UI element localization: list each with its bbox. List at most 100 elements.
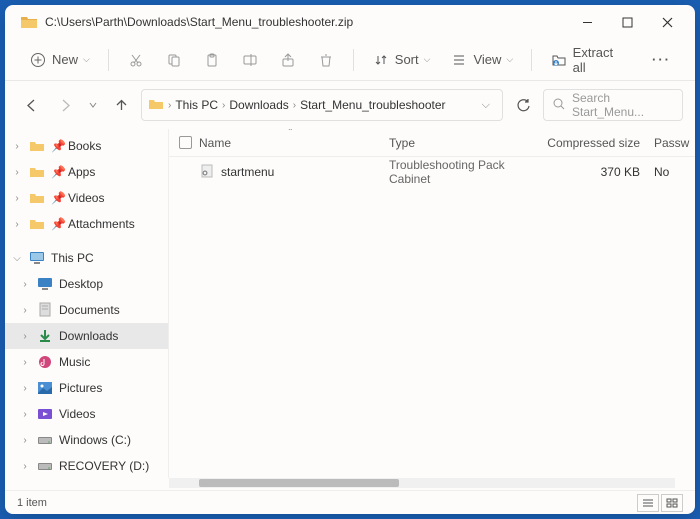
view-button[interactable]: View ⌵: [442, 45, 521, 75]
chevron-right-icon: ›: [293, 100, 296, 111]
refresh-button[interactable]: [509, 91, 537, 119]
breadcrumb[interactable]: › This PC › Downloads › Start_Menu_troub…: [141, 89, 503, 121]
horizontal-scrollbar[interactable]: [169, 478, 675, 488]
breadcrumb-segment[interactable]: Downloads: [229, 98, 288, 112]
sidebar-item[interactable]: ›📌Apps: [5, 159, 168, 185]
extract-all-button[interactable]: Extract all: [542, 39, 636, 81]
navigation-pane[interactable]: ›📌Books›📌Apps›📌Videos›📌Attachments ⌵ Thi…: [5, 129, 169, 478]
paste-button[interactable]: [195, 45, 229, 75]
chevron-right-icon[interactable]: ›: [19, 357, 31, 368]
minimize-button[interactable]: [567, 7, 607, 37]
sort-icon: [372, 51, 390, 69]
sidebar-item[interactable]: ›RECOVERY (D:): [5, 453, 168, 478]
chevron-down-icon[interactable]: ⌵: [476, 99, 496, 112]
separator: [531, 49, 532, 71]
downloads-icon: [36, 328, 54, 344]
sidebar-item[interactable]: › Pictures: [5, 375, 168, 401]
drive-icon: [36, 458, 54, 474]
chevron-right-icon[interactable]: ›: [19, 305, 31, 316]
folder-icon: [148, 97, 164, 114]
file-icon: [199, 163, 215, 182]
sidebar-item[interactable]: ›📌Videos: [5, 185, 168, 211]
copy-button[interactable]: [157, 45, 191, 75]
column-password[interactable]: Passw: [654, 136, 694, 150]
sidebar-item-this-pc[interactable]: ⌵ This PC: [5, 245, 168, 271]
column-size[interactable]: Compressed size: [544, 136, 654, 150]
documents-icon: [36, 302, 54, 318]
sort-button[interactable]: Sort ⌵: [364, 45, 439, 75]
folder-icon: [28, 190, 46, 206]
sidebar-item-label: Books: [68, 139, 101, 153]
cut-icon: [127, 51, 145, 69]
more-button[interactable]: ···: [644, 46, 679, 73]
rename-button[interactable]: [233, 45, 267, 75]
chevron-right-icon[interactable]: ›: [11, 141, 23, 152]
folder-icon: [21, 15, 37, 29]
rename-icon: [241, 51, 259, 69]
sidebar-item[interactable]: ›Desktop: [5, 271, 168, 297]
sidebar-item[interactable]: ›Music: [5, 349, 168, 375]
search-input[interactable]: Search Start_Menu...: [543, 89, 683, 121]
sort-indicator-icon: ⌃: [287, 129, 294, 136]
videos-icon: [36, 406, 54, 422]
share-button[interactable]: [271, 45, 305, 75]
chevron-right-icon[interactable]: ›: [11, 193, 23, 204]
recent-button[interactable]: [85, 91, 101, 119]
close-button[interactable]: [647, 7, 687, 37]
chevron-right-icon[interactable]: ›: [11, 219, 23, 230]
file-row[interactable]: startmenuTroubleshooting Pack Cabinet370…: [169, 157, 695, 187]
sidebar-item-label: Documents: [59, 303, 120, 317]
extract-icon: [550, 51, 567, 69]
status-bar: 1 item: [5, 490, 695, 514]
separator: [108, 49, 109, 71]
column-headers[interactable]: Name Type Compressed size Passw: [169, 129, 695, 157]
cut-button[interactable]: [119, 45, 153, 75]
chevron-right-icon[interactable]: ›: [19, 409, 31, 420]
chevron-right-icon[interactable]: ›: [19, 435, 31, 446]
chevron-right-icon[interactable]: ›: [19, 461, 31, 472]
chevron-right-icon[interactable]: ›: [19, 279, 31, 290]
chevron-right-icon[interactable]: ›: [19, 383, 31, 394]
chevron-right-icon[interactable]: ›: [19, 331, 31, 342]
maximize-button[interactable]: [607, 7, 647, 37]
delete-button[interactable]: [309, 45, 343, 75]
chevron-down-icon: ⌵: [506, 54, 513, 65]
chevron-right-icon[interactable]: ›: [11, 167, 23, 178]
plus-circle-icon: [29, 51, 47, 69]
details-view-button[interactable]: [637, 494, 659, 512]
back-button[interactable]: [17, 91, 45, 119]
thumbnails-view-button[interactable]: [661, 494, 683, 512]
copy-icon: [165, 51, 183, 69]
sidebar-item[interactable]: ›Videos: [5, 401, 168, 427]
sidebar-item[interactable]: ›Windows (C:): [5, 427, 168, 453]
drive-icon: [36, 432, 54, 448]
sidebar-item-label: Apps: [68, 165, 95, 179]
sidebar-item-label: Pictures: [59, 381, 102, 395]
command-bar: New ⌵ Sort ⌵ View ⌵ Extract all ···: [5, 39, 695, 81]
file-name: startmenu: [221, 165, 274, 179]
scrollbar-thumb[interactable]: [199, 479, 399, 487]
pictures-icon: [36, 380, 54, 396]
file-type: Troubleshooting Pack Cabinet: [389, 158, 544, 186]
column-type[interactable]: Type: [389, 136, 544, 150]
chevron-down-icon[interactable]: ⌵: [11, 253, 23, 264]
up-button[interactable]: [107, 91, 135, 119]
select-all-checkbox[interactable]: [179, 136, 192, 149]
breadcrumb-segment[interactable]: This PC: [175, 98, 218, 112]
chevron-right-icon: ›: [168, 100, 171, 111]
folder-icon: [28, 216, 46, 232]
file-list: Name Type Compressed size Passw ⌃ startm…: [169, 129, 695, 478]
column-name[interactable]: Name: [199, 136, 389, 150]
titlebar[interactable]: C:\Users\Parth\Downloads\Start_Menu_trou…: [5, 5, 695, 39]
sidebar-item[interactable]: › Documents: [5, 297, 168, 323]
file-explorer-window: C:\Users\Parth\Downloads\Start_Menu_trou…: [5, 5, 695, 514]
sidebar-item-label: Attachments: [68, 217, 135, 231]
forward-button[interactable]: [51, 91, 79, 119]
sidebar-item[interactable]: ›Downloads: [5, 323, 168, 349]
new-button[interactable]: New ⌵: [21, 45, 98, 75]
sidebar-item[interactable]: ›📌Books: [5, 133, 168, 159]
pin-icon: 📌: [51, 217, 63, 231]
breadcrumb-segment[interactable]: Start_Menu_troubleshooter: [300, 98, 445, 112]
sidebar-item[interactable]: › 📌 Attachments: [5, 211, 168, 237]
view-icon: [450, 51, 468, 69]
